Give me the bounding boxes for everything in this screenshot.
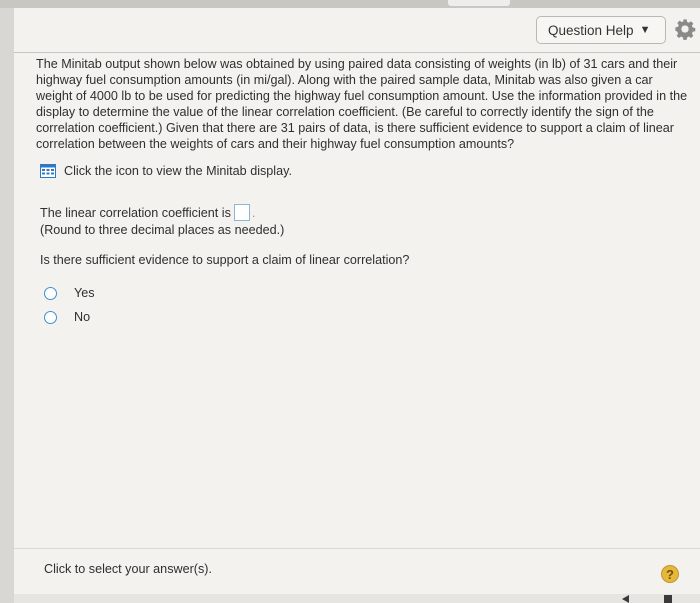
top-tab [448,0,510,6]
evidence-question: Is there sufficient evidence to support … [40,253,410,267]
question-help-label: Question Help [548,22,634,38]
browser-top-strip [0,0,700,8]
minitab-display-link-text[interactable]: Click the icon to view the Minitab displ… [64,164,292,178]
footer-instruction: Click to select your answer(s). [44,562,212,576]
option-yes[interactable]: Yes [44,286,95,300]
option-no-label[interactable]: No [74,310,90,324]
correlation-answer-input[interactable] [233,204,250,221]
rounding-note: (Round to three decimal places as needed… [40,223,285,237]
minitab-display-link[interactable]: Click the icon to view the Minitab displ… [40,164,292,178]
gear-icon[interactable] [674,18,696,40]
nav-bar-icon[interactable] [664,595,672,603]
table-grid-icon[interactable] [40,164,56,178]
radio-yes[interactable] [44,286,57,300]
radio-no[interactable] [44,310,57,324]
option-no[interactable]: No [44,310,90,324]
question-page: Question Help ▼ The Minitab output shown… [14,8,700,603]
help-icon[interactable]: ? [661,565,679,583]
question-help-button[interactable]: Question Help ▼ [536,16,666,44]
problem-statement: The Minitab output shown below was obtai… [36,57,688,151]
correlation-prompt: The linear correlation coefficient is [40,205,231,220]
header-divider [14,52,700,53]
correlation-question: The linear correlation coefficient is . [40,204,255,221]
bottom-nav-strip [14,594,700,603]
correlation-period: . [251,205,256,220]
footer-divider [14,548,700,549]
caret-down-icon: ▼ [639,24,651,36]
option-yes-label[interactable]: Yes [74,286,95,300]
arrow-left-icon[interactable] [622,595,629,603]
